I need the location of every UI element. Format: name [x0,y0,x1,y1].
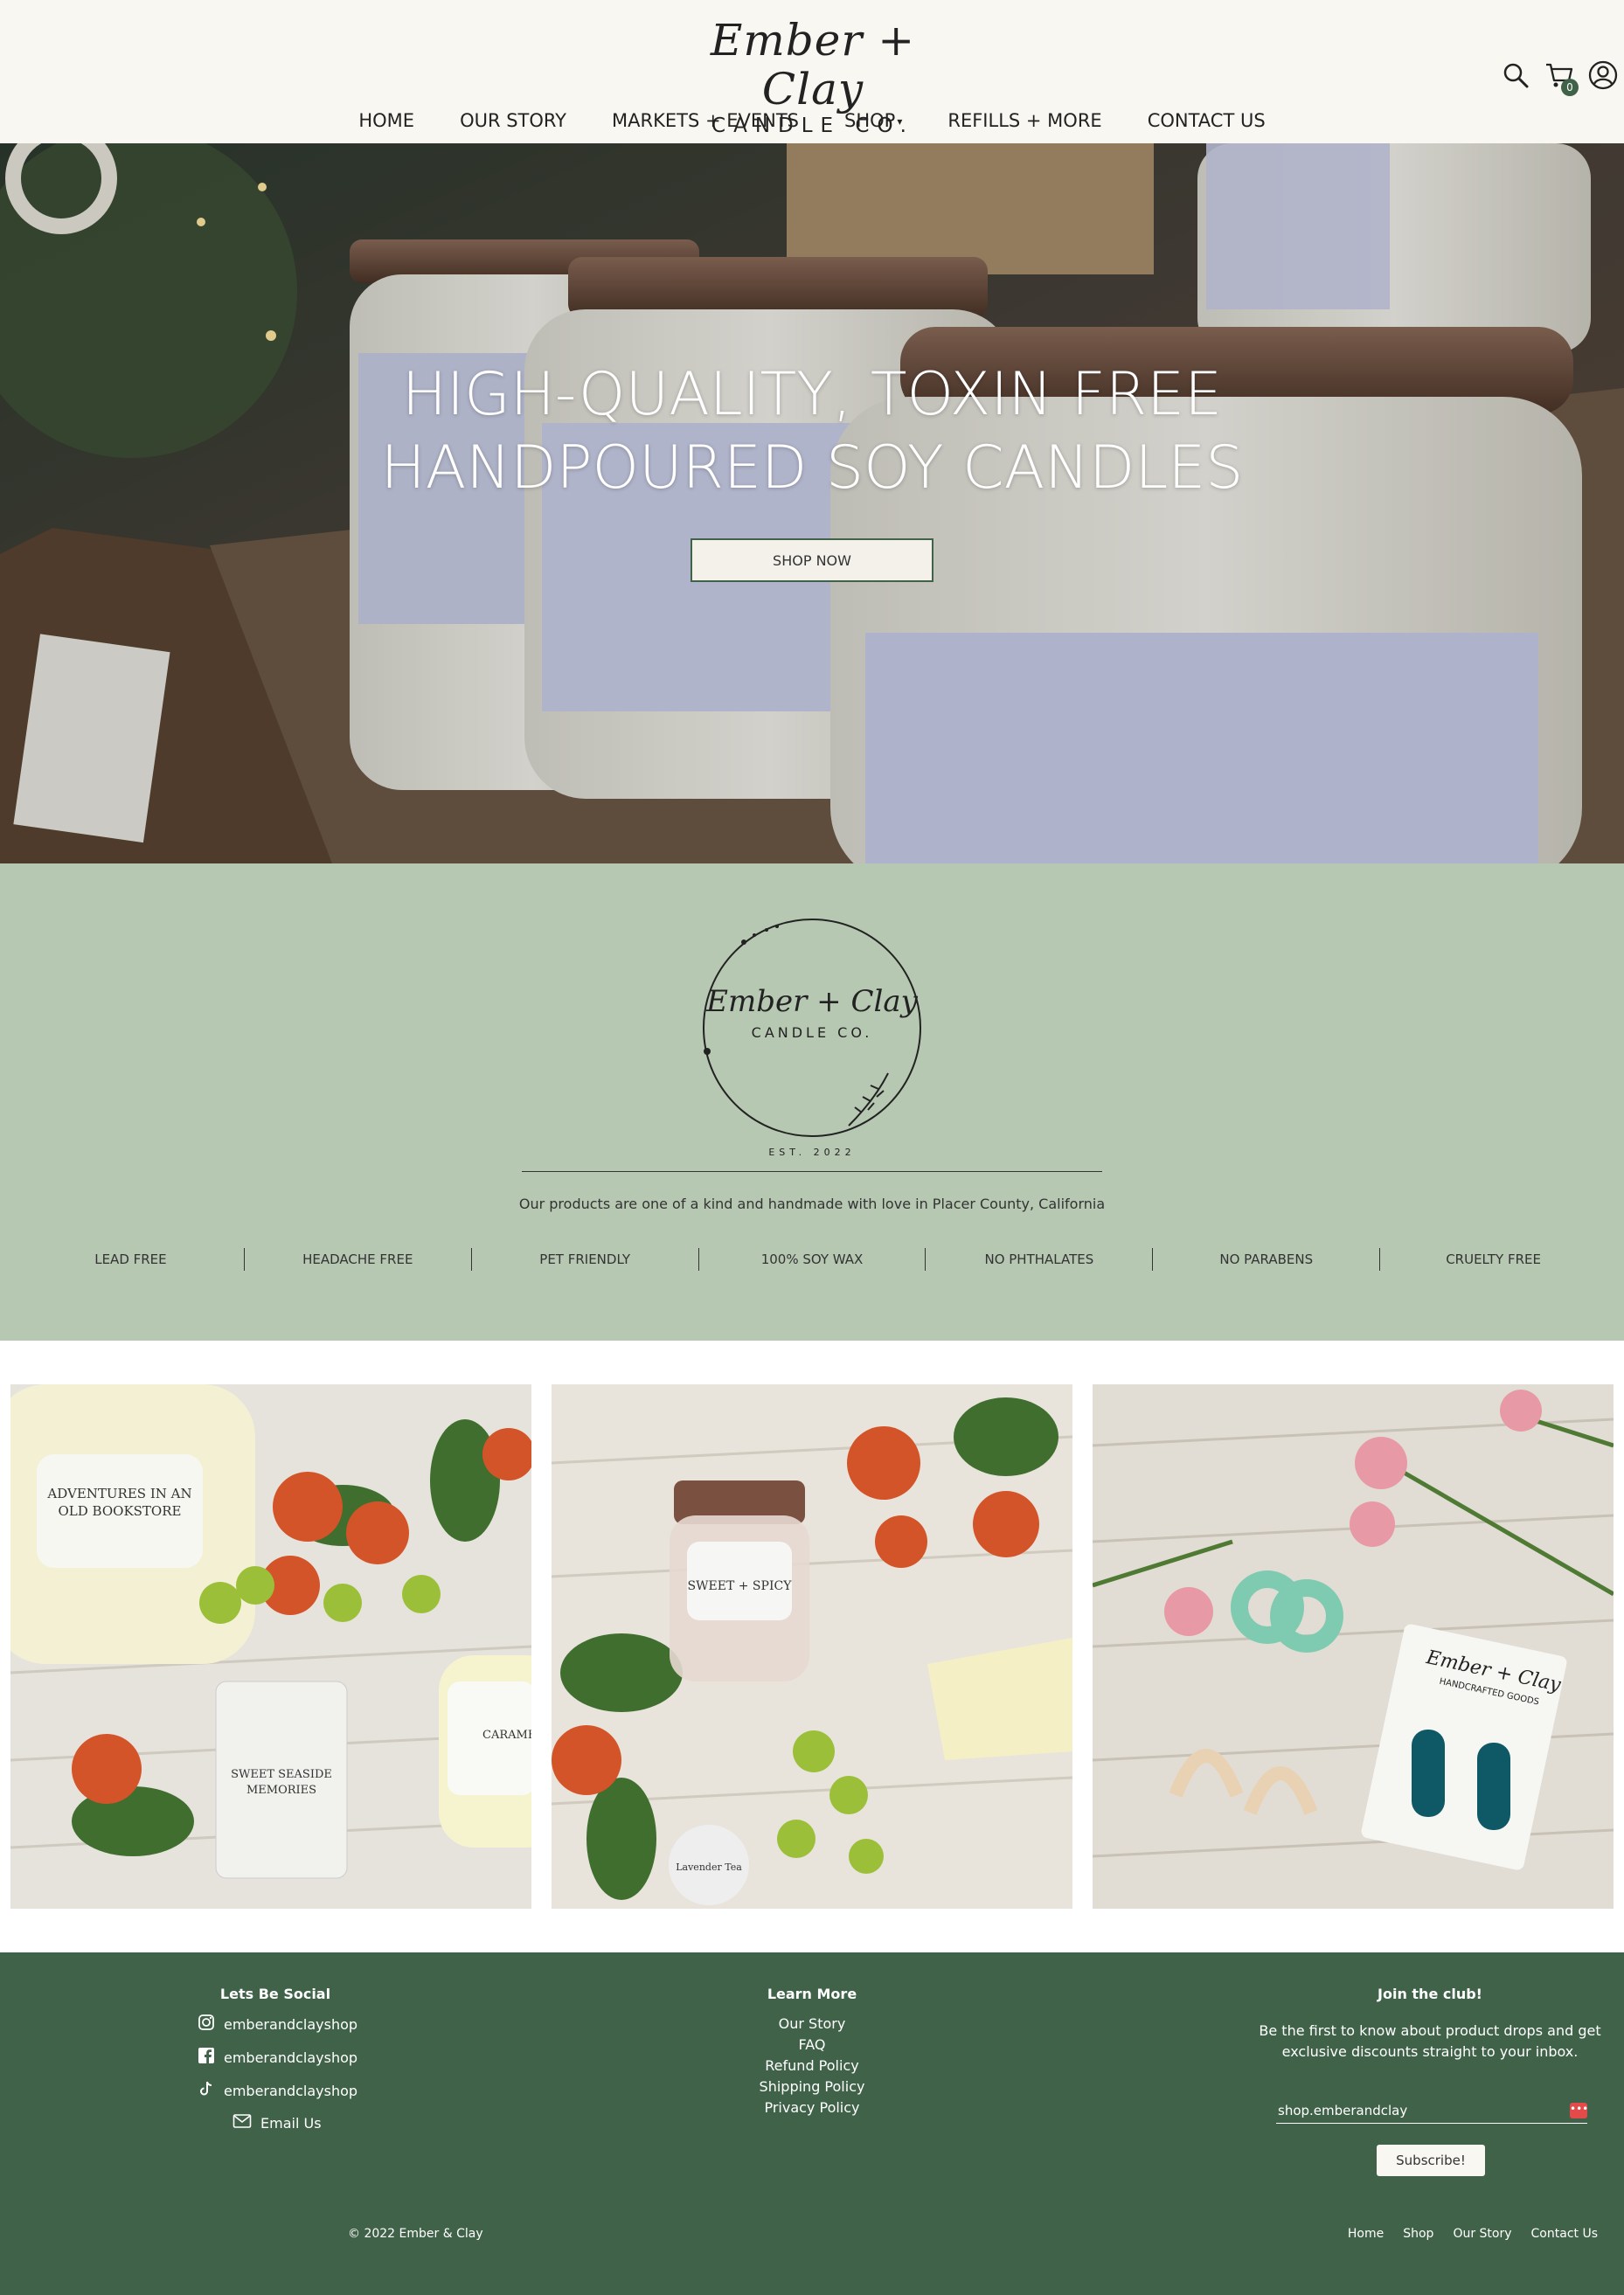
nav-markets-events[interactable]: MARKETS + EVENTS [612,105,799,136]
about-band: Ember + Clay CANDLE CO. EST. 2022 Our pr… [0,863,1624,1341]
cart-icon[interactable]: 0 [1542,58,1579,96]
footer-link-faq[interactable]: FAQ [725,2035,899,2056]
chevron-down-icon: ▾ [897,115,903,128]
password-manager-icon[interactable]: ••• [1570,2102,1588,2118]
nav-refills-more[interactable]: REFILLS + MORE [947,105,1101,136]
join-club-description: Be the first to know about product drops… [1259,2022,1601,2060]
social-handle: emberandclayshop [224,2082,358,2099]
mail-icon [232,2113,252,2132]
social-heading: Lets Be Social [219,1986,331,2002]
hero-title-line2: HANDPOURED SOY CANDLES [380,433,1244,503]
footer-link-privacy-policy[interactable]: Privacy Policy [725,2097,899,2118]
newsletter-email-input[interactable] [1276,2102,1570,2118]
cart-count-badge: 0 [1561,79,1579,96]
subscribe-button[interactable]: Subscribe! [1377,2145,1485,2176]
footer-bottom-shop[interactable]: Shop [1403,2227,1433,2241]
social-link-tiktok[interactable]: emberandclayshop [198,2080,357,2101]
footer-link-refund-policy[interactable]: Refund Policy [725,2056,899,2077]
features-list: LEAD FREE HEADACHE FREE PET FRIENDLY 100… [17,1248,1607,1271]
photo-label-lavender: Lavender Tea [676,1862,742,1873]
feature-item: LEAD FREE [17,1248,245,1271]
hero-title: HIGH-QUALITY, TOXIN FREE HANDPOURED SOY … [0,358,1624,505]
hero-banner: HIGH-QUALITY, TOXIN FREE HANDPOURED SOY … [0,143,1624,863]
nav-our-story[interactable]: OUR STORY [460,105,566,136]
search-icon[interactable] [1498,58,1533,93]
product-gallery: ADVENTURES IN AN OLD BOOKSTORE SWEET SEAS… [0,1341,1624,1952]
learn-more-heading: Learn More [767,1986,857,2002]
nav-shop[interactable]: SHOP ▾ [844,105,902,136]
feature-item: PET FRIENDLY [472,1248,699,1271]
social-link-instagram[interactable]: emberandclayshop [198,2014,357,2035]
footer-bottom-home[interactable]: Home [1348,2227,1384,2241]
brand-seal-logo: Ember + Clay CANDLE CO. EST. 2022 [700,916,924,1158]
gallery-photo-candles[interactable]: ADVENTURES IN AN OLD BOOKSTORE SWEET SEAS… [10,1384,531,1909]
facebook-icon [198,2047,215,2068]
feature-item: HEADACHE FREE [245,1248,472,1271]
feature-item: NO PHTHALATES [926,1248,1154,1271]
shop-now-button[interactable]: SHOP NOW [691,538,933,582]
account-icon[interactable] [1586,58,1621,93]
nav-shop-label: SHOP [844,110,896,131]
social-handle: emberandclayshop [224,2015,358,2033]
site-footer: Lets Be Social emberandclayshop emberand… [0,1952,1624,2295]
newsletter-email-field: ••• [1276,2097,1588,2124]
gallery-photo-earrings[interactable]: Ember + Clay HANDCRAFTED GOODS [1093,1384,1614,1909]
footer-link-our-story[interactable]: Our Story [725,2014,899,2035]
main-nav: HOME OUR STORY MARKETS + EVENTS SHOP ▾ RE… [0,105,1624,136]
email-us-label: Email Us [260,2114,322,2132]
join-club-heading: Join the club! [1378,1986,1482,2002]
photo-label-caramel: CARAMEL [482,1729,531,1742]
social-link-facebook[interactable]: emberandclayshop [198,2047,357,2068]
site-header: Ember + Clay CANDLE CO. HOME OUR STORY M… [0,0,1624,143]
logo-script-text: Ember + Clay [710,15,916,114]
feature-item: 100% SOY WAX [699,1248,927,1271]
nav-contact-us[interactable]: CONTACT US [1148,105,1266,136]
seal-established: EST. 2022 [768,1147,856,1158]
copyright-text: © 2022 Ember & Clay [348,2227,483,2241]
seal-script-text: Ember + Clay [706,984,918,1019]
hero-title-line1: HIGH-QUALITY, TOXIN FREE [401,360,1223,429]
header-actions: 0 [1498,58,1621,96]
seal-subtitle: CANDLE CO. [751,1024,873,1041]
footer-link-shipping-policy[interactable]: Shipping Policy [725,2077,899,2097]
email-us-link[interactable]: Email Us [232,2113,322,2132]
footer-bottom-contact-us[interactable]: Contact Us [1531,2227,1598,2241]
nav-home[interactable]: HOME [358,105,414,136]
social-handle: emberandclayshop [224,2049,358,2066]
feature-item: NO PARABENS [1153,1248,1381,1271]
feature-item: CRUELTY FREE [1446,1252,1541,1267]
tiktok-icon [198,2080,215,2101]
footer-bottom-nav: Home Shop Our Story Contact Us [1348,2227,1598,2241]
site-logo[interactable]: Ember + Clay CANDLE CO. [682,16,944,137]
photo-label-sweet-spicy: SWEET + SPICY [688,1579,793,1593]
instagram-icon [198,2014,215,2035]
footer-bottom-our-story[interactable]: Our Story [1453,2227,1511,2241]
gallery-photo-bath-salts[interactable]: SWEET + SPICY Lavender Tea [552,1384,1072,1909]
about-tagline: Our products are one of a kind and handm… [518,1196,1106,1212]
divider [522,1171,1102,1172]
